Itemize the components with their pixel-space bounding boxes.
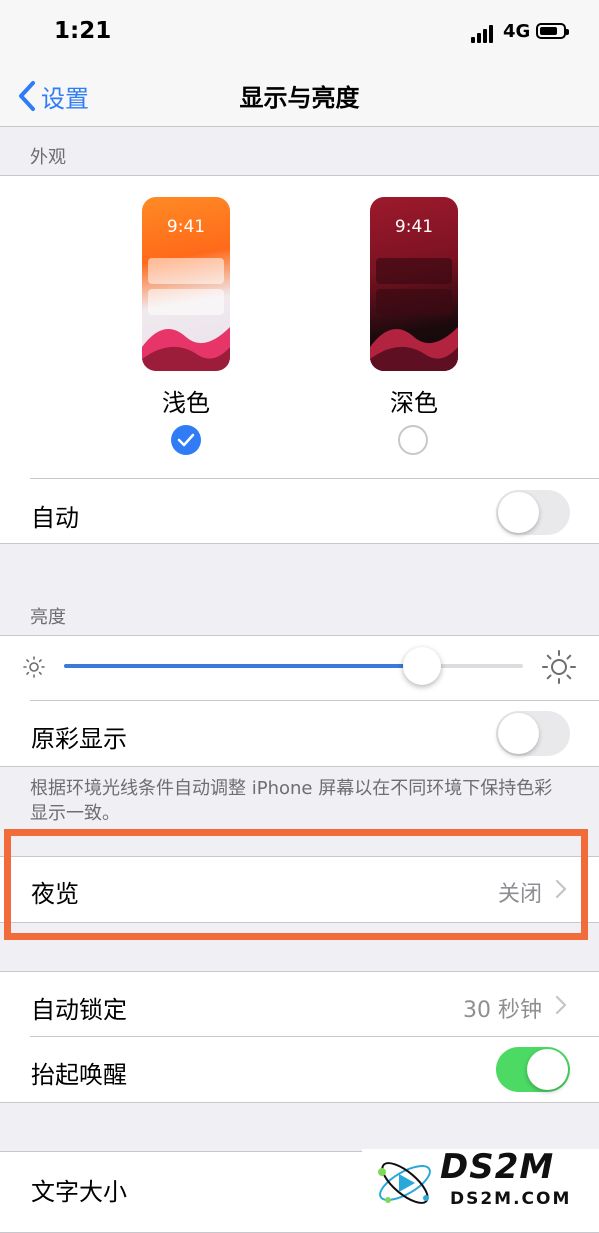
text-size-label: 文字大小 — [31, 1178, 127, 1206]
chevron-right-icon — [555, 995, 567, 1015]
highlight-box — [4, 829, 588, 940]
brightness-slider-fill — [64, 664, 422, 668]
row-separator — [30, 700, 599, 701]
checkmark-icon — [177, 433, 195, 447]
raise-to-wake-toggle[interactable] — [496, 1047, 570, 1092]
dark-mode-radio[interactable] — [398, 425, 428, 455]
appearance-group — [0, 175, 599, 544]
page-title: 显示与亮度 — [239, 84, 360, 112]
toggle-knob — [498, 492, 539, 533]
battery-icon — [536, 23, 569, 39]
brightness-high-icon — [542, 650, 576, 684]
ds2m-logo-icon — [378, 1162, 431, 1204]
brightness-low-icon — [23, 656, 45, 678]
light-preview-time: 9:41 — [166, 217, 206, 237]
toggle-knob — [527, 1049, 568, 1090]
brightness-slider[interactable] — [64, 664, 523, 668]
automatic-toggle[interactable] — [496, 490, 570, 535]
dark-mode-label: 深色 — [390, 389, 438, 417]
true-tone-footer: 根据环境光线条件自动调整 iPhone 屏幕以在不同环境下保持色彩显示一致。 — [30, 778, 553, 824]
dark-preview-time: 9:41 — [394, 217, 434, 237]
dark-mode-preview[interactable]: 9:41 — [370, 197, 458, 371]
watermark-subtitle: DS2M.COM — [450, 1189, 572, 1209]
brightness-section-label: 亮度 — [30, 607, 66, 628]
light-mode-radio[interactable] — [171, 425, 201, 455]
row-separator — [30, 478, 599, 479]
true-tone-toggle[interactable] — [496, 711, 570, 756]
signal-icon — [471, 25, 499, 43]
network-type: 4G — [503, 21, 531, 42]
brightness-slider-thumb[interactable] — [403, 647, 441, 685]
row-separator — [30, 1036, 599, 1037]
light-preview-widget — [148, 258, 224, 284]
raise-to-wake-label: 抬起唤醒 — [31, 1061, 127, 1089]
dark-preview-widget — [376, 258, 452, 284]
auto-lock-value: 30 秒钟 — [463, 998, 542, 1023]
toggle-knob — [498, 713, 539, 754]
watermark-title: DS2M — [440, 1147, 555, 1187]
appearance-section-label: 外观 — [30, 147, 66, 168]
auto-lock-label: 自动锁定 — [31, 996, 127, 1024]
true-tone-label: 原彩显示 — [31, 725, 127, 753]
light-mode-label: 浅色 — [162, 389, 210, 417]
status-time: 1:21 — [54, 18, 112, 44]
light-mode-preview[interactable]: 9:41 — [142, 197, 230, 371]
automatic-label: 自动 — [31, 504, 79, 532]
dark-preview-widget — [376, 289, 452, 315]
light-preview-widget — [148, 289, 224, 315]
